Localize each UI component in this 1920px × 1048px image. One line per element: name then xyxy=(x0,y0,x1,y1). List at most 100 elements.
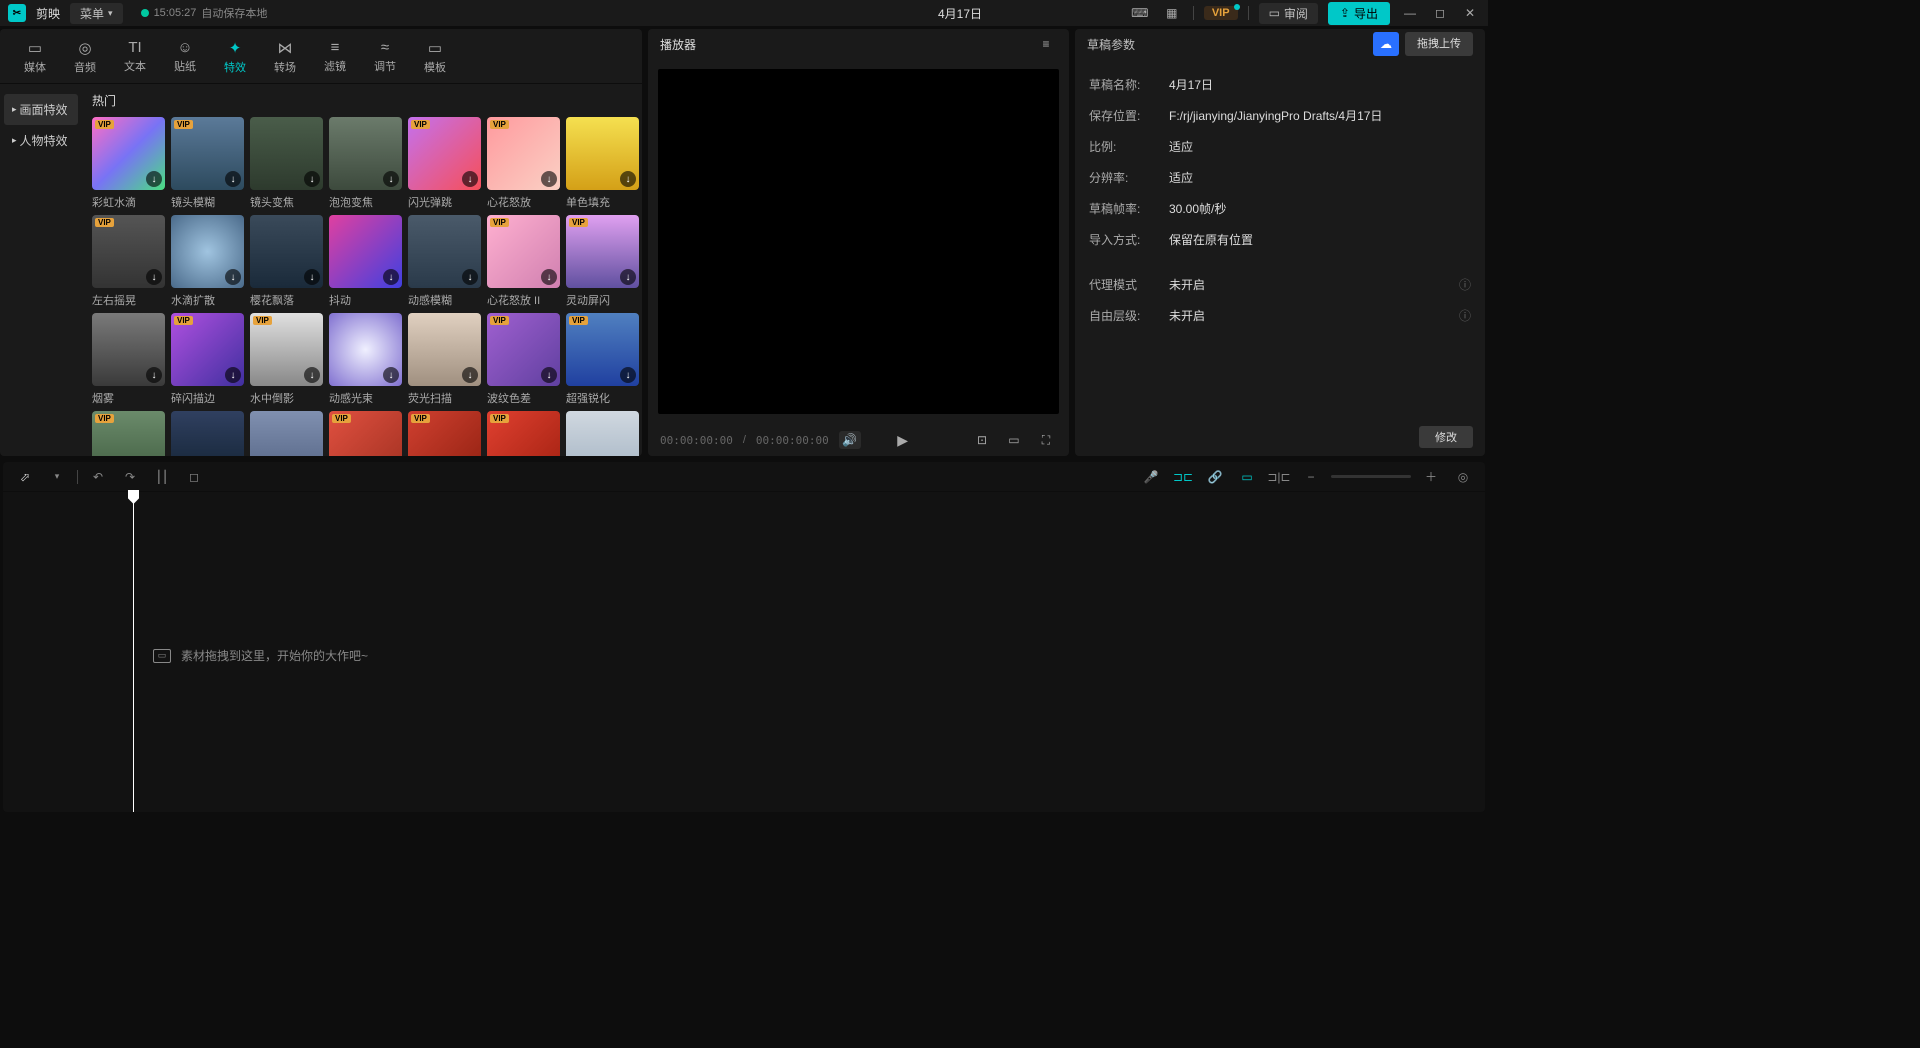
effect-card[interactable]: ↓烟雾 xyxy=(92,313,165,406)
download-icon[interactable]: ↓ xyxy=(146,171,162,187)
download-icon[interactable]: ↓ xyxy=(146,367,162,383)
layout-icon[interactable]: ▦ xyxy=(1161,4,1183,22)
effect-card[interactable]: VIP↓灵动屏闪 xyxy=(566,215,639,308)
undo-button[interactable]: ↶ xyxy=(86,466,110,488)
redo-button[interactable]: ↷ xyxy=(118,466,142,488)
effect-card[interactable]: ↓单色填充 xyxy=(566,117,639,210)
split-tool[interactable]: ⎮⎮ xyxy=(150,466,174,488)
delete-tool[interactable]: ◻ xyxy=(182,466,206,488)
vip-badge[interactable]: VIP xyxy=(1204,6,1238,20)
download-icon[interactable]: ↓ xyxy=(620,367,636,383)
fullscreen-icon[interactable]: ⛶ xyxy=(1035,431,1057,449)
effect-card[interactable]: VIP↓眩光旋转 xyxy=(408,411,481,456)
ratio-icon[interactable]: ▭ xyxy=(1003,431,1025,449)
effect-card[interactable]: ↓樱花飘落 xyxy=(250,215,323,308)
modify-button[interactable]: 修改 xyxy=(1419,426,1473,448)
effect-card[interactable]: ↓泡泡变焦 xyxy=(329,117,402,210)
sidebar-item[interactable]: ▸人物特效 xyxy=(4,125,78,156)
effect-card[interactable]: ↓初雪 I xyxy=(566,411,639,456)
playhead[interactable] xyxy=(133,492,134,812)
effect-card[interactable]: VIP↓心花怒放 II xyxy=(487,215,560,308)
crop-icon[interactable]: ⊡ xyxy=(971,431,993,449)
zoom-fit-icon[interactable]: ◎ xyxy=(1451,466,1475,488)
effect-card[interactable]: VIP↓闪光弹跳 xyxy=(408,117,481,210)
cursor-dropdown[interactable]: ▾ xyxy=(45,466,69,488)
effect-card[interactable]: VIP↓彩色碎彩 xyxy=(329,411,402,456)
tab-滤镜[interactable]: ≡滤镜 xyxy=(310,35,360,83)
effect-card[interactable]: ↓星光绽放 xyxy=(171,411,244,456)
download-icon[interactable]: ↓ xyxy=(620,269,636,285)
tab-媒体[interactable]: ▭媒体 xyxy=(10,35,60,83)
effect-card[interactable]: VIP↓左右摇晃 xyxy=(92,215,165,308)
download-icon[interactable]: ↓ xyxy=(383,269,399,285)
magnet-icon[interactable]: ⊐⊏ xyxy=(1171,466,1195,488)
download-icon[interactable]: ↓ xyxy=(304,171,320,187)
volume-icon[interactable]: 🔊 xyxy=(839,431,861,449)
tab-特效[interactable]: ✦特效 xyxy=(210,35,260,83)
cursor-tool[interactable]: ⬀ xyxy=(13,466,37,488)
download-icon[interactable]: ↓ xyxy=(620,171,636,187)
download-icon[interactable]: ↓ xyxy=(541,269,557,285)
tab-音频[interactable]: ◎音频 xyxy=(60,35,110,83)
link-icon[interactable]: 🔗 xyxy=(1203,466,1227,488)
download-icon[interactable]: ↓ xyxy=(146,269,162,285)
export-button[interactable]: ⇪ 导出 xyxy=(1328,2,1390,25)
tab-模板[interactable]: ▭模板 xyxy=(410,35,460,83)
download-icon[interactable]: ↓ xyxy=(225,367,241,383)
minimize-button[interactable]: — xyxy=(1400,4,1420,22)
tab-文本[interactable]: TI文本 xyxy=(110,35,160,83)
download-icon[interactable]: ↓ xyxy=(462,269,478,285)
mic-icon[interactable]: 🎤 xyxy=(1139,466,1163,488)
download-icon[interactable]: ↓ xyxy=(225,171,241,187)
close-button[interactable]: ✕ xyxy=(1460,4,1480,22)
effect-card[interactable]: VIP↓彩虹水滴 xyxy=(92,117,165,210)
effect-card[interactable]: ↓动感模糊 xyxy=(408,215,481,308)
zoom-out-icon[interactable]: − xyxy=(1299,466,1323,488)
effect-card[interactable]: VIP↓超强锐化 xyxy=(566,313,639,406)
effect-card[interactable]: VIP↓心花怒放 xyxy=(487,117,560,210)
effect-card[interactable]: ↓抖动 xyxy=(329,215,402,308)
player-menu-icon[interactable]: ≡ xyxy=(1035,35,1057,53)
menu-button[interactable]: 菜单 ▾ xyxy=(70,3,123,24)
download-icon[interactable]: ↓ xyxy=(462,367,478,383)
player-canvas[interactable] xyxy=(658,69,1059,414)
effect-card[interactable]: VIP↓波纹色差 xyxy=(487,313,560,406)
download-icon[interactable]: ↓ xyxy=(225,269,241,285)
download-icon[interactable]: ↓ xyxy=(304,269,320,285)
effect-card[interactable]: ↓动感光束 xyxy=(329,313,402,406)
effect-card[interactable]: VIP↓六边形变焦 xyxy=(92,411,165,456)
cloud-upload-button[interactable]: ☁ xyxy=(1373,32,1399,56)
tab-贴纸[interactable]: ☺贴纸 xyxy=(160,35,210,83)
maximize-button[interactable]: ◻ xyxy=(1430,4,1450,22)
preview-icon[interactable]: ▭ xyxy=(1235,466,1259,488)
align-icon[interactable]: ⊐|⊏ xyxy=(1267,466,1291,488)
download-icon[interactable]: ↓ xyxy=(304,367,320,383)
effect-card[interactable]: ↓水滴扩散 xyxy=(171,215,244,308)
effect-card[interactable]: VIP↓蔡国强烟花 xyxy=(487,411,560,456)
keyboard-icon[interactable]: ⌨ xyxy=(1129,4,1151,22)
zoom-in-icon[interactable]: ＋ xyxy=(1419,466,1443,488)
effect-card[interactable]: VIP↓镜头模糊 xyxy=(171,117,244,210)
download-icon[interactable]: ↓ xyxy=(541,367,557,383)
effect-card[interactable]: VIP↓水中倒影 xyxy=(250,313,323,406)
info-icon[interactable]: ⓘ xyxy=(1459,276,1471,293)
effect-card[interactable]: ↓镜头变焦 xyxy=(250,117,323,210)
download-icon[interactable]: ↓ xyxy=(383,367,399,383)
drag-upload-button[interactable]: 拖拽上传 xyxy=(1405,32,1473,56)
effect-card[interactable]: ↓荧光扫描 xyxy=(408,313,481,406)
download-icon[interactable]: ↓ xyxy=(383,171,399,187)
download-icon[interactable]: ↓ xyxy=(462,171,478,187)
timeline-body[interactable]: ▭ 素材拖拽到这里，开始你的大作吧~ xyxy=(3,492,1485,812)
effect-card[interactable]: ↓星火炸开 xyxy=(250,411,323,456)
timeline-track[interactable]: ▭ 素材拖拽到这里，开始你的大作吧~ xyxy=(133,492,1485,812)
effect-card[interactable]: VIP↓碎闪描边 xyxy=(171,313,244,406)
tab-转场[interactable]: ⋈转场 xyxy=(260,35,310,83)
zoom-slider[interactable] xyxy=(1331,475,1411,478)
info-icon[interactable]: ⓘ xyxy=(1459,307,1471,324)
sidebar-item[interactable]: ▸画面特效 xyxy=(4,94,78,125)
download-icon[interactable]: ↓ xyxy=(541,171,557,187)
vip-tag-icon: VIP xyxy=(95,414,114,423)
review-button[interactable]: ▭ 审阅 xyxy=(1259,3,1318,24)
play-button[interactable]: ▶ xyxy=(897,432,908,449)
tab-调节[interactable]: ≈调节 xyxy=(360,35,410,83)
